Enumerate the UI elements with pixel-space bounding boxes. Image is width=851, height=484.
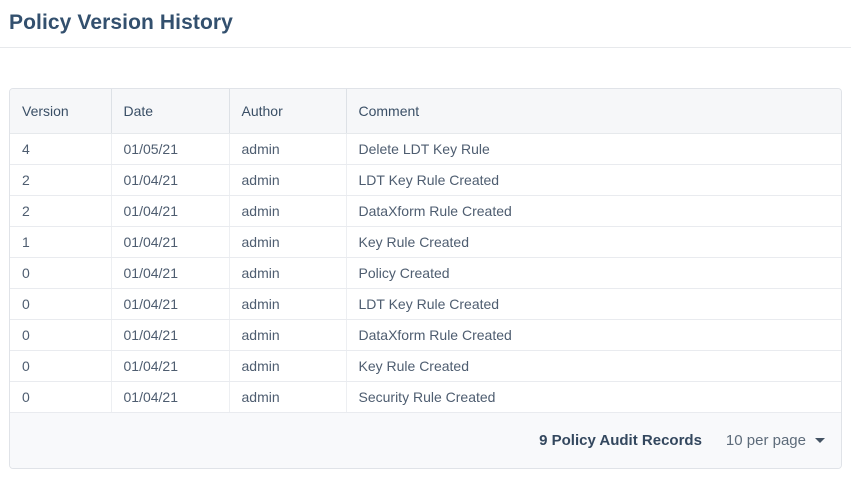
column-header-author: Author	[229, 89, 346, 133]
page-size-label: 10 per page	[726, 432, 806, 449]
cell-version: 1	[10, 226, 111, 257]
cell-author: admin	[229, 195, 346, 226]
cell-version: 0	[10, 257, 111, 288]
cell-version: 4	[10, 133, 111, 164]
table-row: 001/04/21adminPolicy Created	[10, 257, 841, 288]
page-header: Policy Version History	[0, 0, 851, 38]
cell-comment: Policy Created	[346, 257, 841, 288]
table-row: 101/04/21adminKey Rule Created	[10, 226, 841, 257]
cell-author: admin	[229, 164, 346, 195]
cell-author: admin	[229, 257, 346, 288]
page-title: Policy Version History	[9, 8, 851, 38]
cell-comment: Delete LDT Key Rule	[346, 133, 841, 164]
cell-date: 01/04/21	[111, 350, 229, 381]
cell-author: admin	[229, 288, 346, 319]
cell-date: 01/05/21	[111, 133, 229, 164]
cell-comment: DataXform Rule Created	[346, 319, 841, 350]
cell-author: admin	[229, 381, 346, 412]
cell-author: admin	[229, 350, 346, 381]
table-row: 001/04/21adminKey Rule Created	[10, 350, 841, 381]
cell-comment: Key Rule Created	[346, 350, 841, 381]
cell-date: 01/04/21	[111, 381, 229, 412]
cell-date: 01/04/21	[111, 288, 229, 319]
table-header-row: VersionDateAuthorComment	[10, 89, 841, 133]
table-row: 001/04/21adminSecurity Rule Created	[10, 381, 841, 412]
table-row: 201/04/21adminDataXform Rule Created	[10, 195, 841, 226]
table-row: 001/04/21adminDataXform Rule Created	[10, 319, 841, 350]
cell-version: 2	[10, 195, 111, 226]
cell-author: admin	[229, 133, 346, 164]
cell-comment: Security Rule Created	[346, 381, 841, 412]
cell-date: 01/04/21	[111, 164, 229, 195]
page-size-dropdown[interactable]: 10 per page	[726, 432, 825, 449]
cell-version: 0	[10, 381, 111, 412]
cell-author: admin	[229, 319, 346, 350]
column-header-date: Date	[111, 89, 229, 133]
table-row: 201/04/21adminLDT Key Rule Created	[10, 164, 841, 195]
cell-version: 0	[10, 350, 111, 381]
table-head: VersionDateAuthorComment	[10, 89, 841, 133]
title-divider	[0, 47, 851, 48]
chevron-down-icon	[815, 438, 825, 443]
policy-audit-card: VersionDateAuthorComment 401/05/21adminD…	[9, 88, 842, 469]
cell-version: 2	[10, 164, 111, 195]
cell-date: 01/04/21	[111, 319, 229, 350]
records-count-label: 9 Policy Audit Records	[539, 432, 702, 449]
cell-comment: LDT Key Rule Created	[346, 288, 841, 319]
cell-date: 01/04/21	[111, 226, 229, 257]
column-header-comment: Comment	[346, 89, 841, 133]
cell-version: 0	[10, 319, 111, 350]
cell-comment: LDT Key Rule Created	[346, 164, 841, 195]
table-row: 401/05/21adminDelete LDT Key Rule	[10, 133, 841, 164]
cell-author: admin	[229, 226, 346, 257]
cell-version: 0	[10, 288, 111, 319]
cell-comment: Key Rule Created	[346, 226, 841, 257]
table-footer: 9 Policy Audit Records 10 per page	[10, 413, 841, 468]
cell-date: 01/04/21	[111, 257, 229, 288]
cell-date: 01/04/21	[111, 195, 229, 226]
table-body: 401/05/21adminDelete LDT Key Rule201/04/…	[10, 133, 841, 412]
policy-audit-table: VersionDateAuthorComment 401/05/21adminD…	[10, 89, 841, 413]
table-row: 001/04/21adminLDT Key Rule Created	[10, 288, 841, 319]
cell-comment: DataXform Rule Created	[346, 195, 841, 226]
column-header-version: Version	[10, 89, 111, 133]
